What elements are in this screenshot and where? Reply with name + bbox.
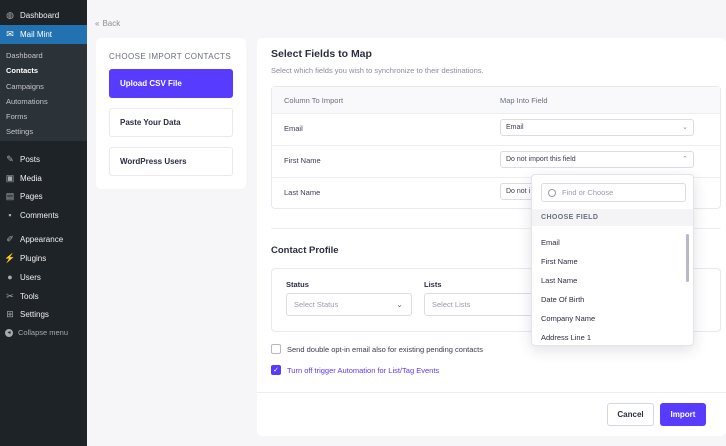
settings-icon: ⊞ xyxy=(6,309,14,319)
map-select-email[interactable]: Email ⌄ xyxy=(500,119,694,136)
dropdown-option-company-name[interactable]: Company Name xyxy=(541,314,595,323)
map-select-first-name[interactable]: Do not import this field ⌃ xyxy=(500,151,694,168)
mapping-subtitle: Select which fields you wish to synchron… xyxy=(271,66,484,75)
option-wordpress-users[interactable]: WordPress Users xyxy=(109,147,233,176)
user-icon: ● xyxy=(7,272,13,282)
cancel-button[interactable]: Cancel xyxy=(607,403,654,426)
field-choice-dropdown: Find or Choose CHOOSE FIELD Email First … xyxy=(531,174,694,346)
status-select[interactable]: Select Status ⌄ xyxy=(286,293,412,316)
footer-divider xyxy=(257,392,726,393)
pages-icon: ▤ xyxy=(5,191,15,201)
menu-appearance[interactable]: ✐ Appearance xyxy=(0,230,87,249)
menu-appearance-label: Appearance xyxy=(20,235,64,244)
wrench-icon: ✂ xyxy=(6,291,14,301)
menu-users[interactable]: ● Users xyxy=(0,268,87,287)
brush-icon: ✐ xyxy=(6,234,14,244)
menu-mail-mint[interactable]: ✉ Mail Mint xyxy=(0,25,87,44)
turn-off-automation-option[interactable]: ✓ Turn off trigger Automation for List/T… xyxy=(271,365,439,375)
import-method-card: CHOOSE IMPORT CONTACTS Upload CSV File P… xyxy=(96,38,246,189)
menu-dashboard-label: Dashboard xyxy=(20,11,60,20)
menu-comments[interactable]: ▪ Comments xyxy=(0,206,87,225)
map-select-last-name-value: Do not i xyxy=(506,188,531,195)
menu-posts-label: Posts xyxy=(20,155,41,164)
mapping-table-header: Column To Import Map Into Field xyxy=(272,87,720,114)
menu-media-label: Media xyxy=(20,174,42,183)
menu-settings[interactable]: ⊞ Settings xyxy=(0,305,87,324)
submenu-campaigns[interactable]: Campaigns xyxy=(6,82,44,91)
chevron-down-icon: ⌄ xyxy=(682,124,688,131)
dropdown-option-address-line-1[interactable]: Address Line 1 xyxy=(541,333,591,342)
mail-mint-submenu: Dashboard Contacts Campaigns Automations… xyxy=(0,44,87,141)
import-method-header: CHOOSE IMPORT CONTACTS xyxy=(109,52,232,61)
turn-off-automation-checkbox[interactable]: ✓ xyxy=(271,365,281,375)
media-icon: ▣ xyxy=(5,173,15,183)
double-optin-label: Send double opt-in email also for existi… xyxy=(287,344,483,354)
menu-plugins[interactable]: ⚡ Plugins xyxy=(0,249,87,268)
dashboard-icon: ◍ xyxy=(6,10,14,20)
submenu-forms[interactable]: Forms xyxy=(6,112,27,121)
contact-profile-title: Contact Profile xyxy=(271,245,339,256)
double-optin-option[interactable]: Send double opt-in email also for existi… xyxy=(271,344,483,354)
row-label-email: Email xyxy=(284,124,303,133)
menu-tools[interactable]: ✂ Tools xyxy=(0,287,87,306)
option-paste-data[interactable]: Paste Your Data xyxy=(109,108,233,137)
lists-select-placeholder: Select Lists xyxy=(432,300,471,309)
dropdown-option-first-name[interactable]: First Name xyxy=(541,257,578,266)
chevron-down-icon: ⌄ xyxy=(396,300,403,309)
dropdown-header: CHOOSE FIELD xyxy=(532,209,693,226)
lists-label: Lists xyxy=(424,280,442,289)
mapping-title: Select Fields to Map xyxy=(271,48,372,60)
status-label: Status xyxy=(286,280,309,289)
submenu-contacts[interactable]: Contacts xyxy=(6,66,38,75)
dropdown-search-input[interactable]: Find or Choose xyxy=(541,183,686,202)
check-icon: ✓ xyxy=(273,367,279,374)
menu-pages[interactable]: ▤ Pages xyxy=(0,187,87,206)
menu-mail-mint-label: Mail Mint xyxy=(20,30,53,39)
submenu-automations[interactable]: Automations xyxy=(6,97,48,106)
row-label-first-name: First Name xyxy=(284,156,321,165)
row-label-last-name: Last Name xyxy=(284,188,321,197)
menu-users-label: Users xyxy=(20,273,41,282)
collapse-icon: ◂ xyxy=(5,328,13,337)
back-label: Back xyxy=(102,19,121,28)
menu-settings-label: Settings xyxy=(20,310,49,319)
menu-collapse-label: Collapse menu xyxy=(18,328,69,337)
column-import-header: Column To Import xyxy=(284,96,344,105)
map-select-first-name-value: Do not import this field xyxy=(506,156,576,163)
wp-admin-sidebar: ◍ Dashboard ✉ Mail Mint Dashboard Contac… xyxy=(0,0,87,446)
menu-pages-label: Pages xyxy=(20,192,43,201)
chevron-up-icon: ⌃ xyxy=(682,156,688,163)
menu-media[interactable]: ▣ Media xyxy=(0,169,87,188)
turn-off-automation-label: Turn off trigger Automation for List/Tag… xyxy=(287,365,440,375)
plug-icon: ⚡ xyxy=(4,253,16,263)
dropdown-option-email[interactable]: Email xyxy=(541,238,560,247)
submenu-settings[interactable]: Settings xyxy=(6,127,33,136)
double-chevron-left-icon: « xyxy=(95,19,100,28)
status-select-placeholder: Select Status xyxy=(294,300,339,309)
row-divider xyxy=(272,145,720,146)
menu-tools-label: Tools xyxy=(20,292,39,301)
pin-icon: ✎ xyxy=(6,154,14,164)
dropdown-option-date-of-birth[interactable]: Date Of Birth xyxy=(541,295,584,304)
option-upload-csv[interactable]: Upload CSV File xyxy=(109,69,233,98)
column-map-header: Map Into Field xyxy=(500,96,548,105)
dropdown-search-placeholder: Find or Choose xyxy=(562,188,614,197)
mail-icon: ✉ xyxy=(6,29,14,39)
dropdown-scrollbar[interactable] xyxy=(686,234,689,282)
dropdown-option-last-name[interactable]: Last Name xyxy=(541,276,577,285)
menu-dashboard[interactable]: ◍ Dashboard xyxy=(0,6,87,25)
menu-collapse[interactable]: ◂ Collapse menu xyxy=(0,323,87,342)
menu-posts[interactable]: ✎ Posts xyxy=(0,150,87,169)
comment-icon: ▪ xyxy=(8,210,12,220)
menu-plugins-label: Plugins xyxy=(20,254,47,263)
double-optin-checkbox[interactable] xyxy=(271,344,281,354)
map-select-email-value: Email xyxy=(506,124,524,131)
back-link[interactable]: « Back xyxy=(95,19,120,28)
menu-comments-label: Comments xyxy=(20,211,59,220)
submenu-dashboard[interactable]: Dashboard xyxy=(6,51,43,60)
import-button[interactable]: Import xyxy=(660,403,706,426)
search-icon xyxy=(548,188,556,197)
